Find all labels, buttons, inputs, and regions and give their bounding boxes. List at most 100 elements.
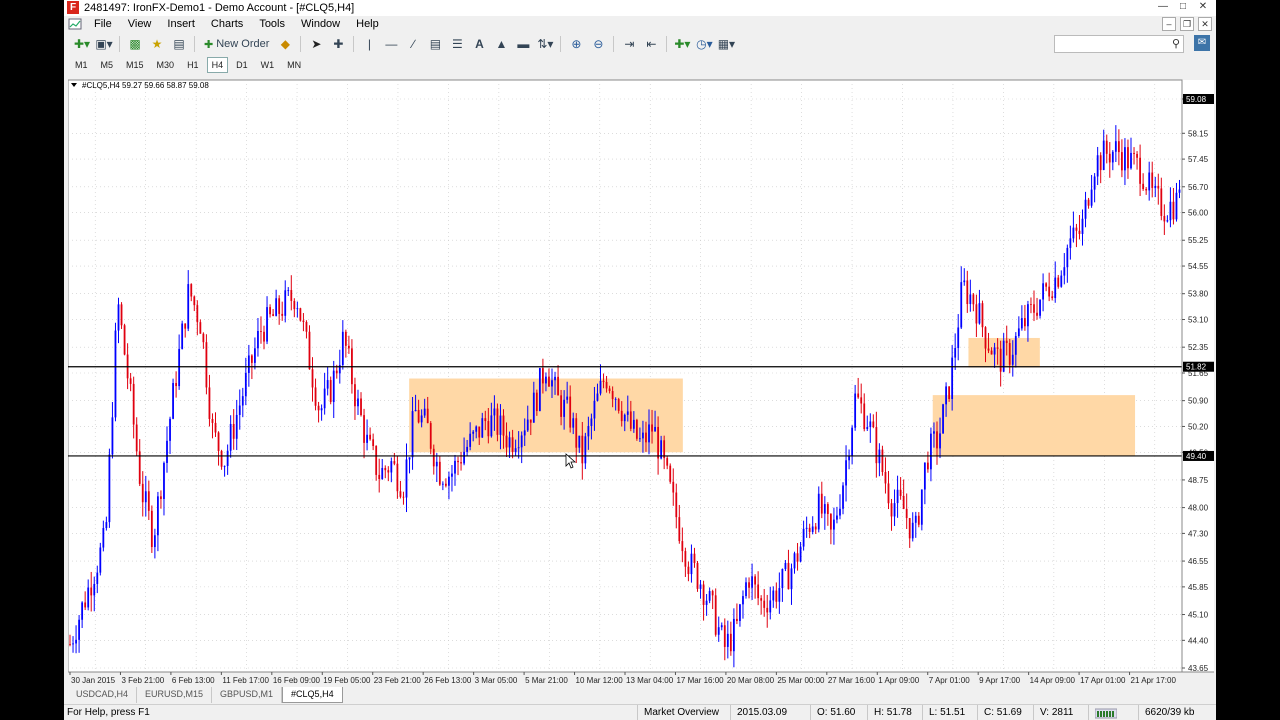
zoom-in-icon[interactable]: ⊕ xyxy=(566,35,586,53)
terminal-icon[interactable]: ▤ xyxy=(169,35,189,53)
community-icon[interactable]: ✉ xyxy=(1194,35,1210,51)
crosshair-icon[interactable]: ✚ xyxy=(328,35,348,53)
vertical-line-icon[interactable]: | xyxy=(359,35,379,53)
time-tick-label: 13 Mar 04:00 xyxy=(626,676,674,685)
candle-body xyxy=(460,462,462,464)
candle-body xyxy=(526,419,529,431)
profiles-icon[interactable]: ▣▾ xyxy=(94,35,114,53)
expert-advisors-icon[interactable]: ◆ xyxy=(275,35,295,53)
new-chart-icon[interactable]: ✚▾ xyxy=(72,35,92,53)
candle-body xyxy=(457,460,459,463)
new-order-button[interactable]: ✚ New Order xyxy=(200,35,273,53)
candle-body xyxy=(335,370,338,374)
candle-body xyxy=(1030,304,1032,305)
candle-body xyxy=(778,588,781,602)
period-d1[interactable]: D1 xyxy=(231,57,253,73)
price-chart[interactable]: 58.15 57.45 56.70 56.00 55.25 54.55 53.80 53.10… xyxy=(68,78,1214,686)
candle-body xyxy=(538,368,541,411)
period-h4[interactable]: H4 xyxy=(206,57,229,73)
child-minimize-icon[interactable]: – xyxy=(1162,17,1176,31)
tab-usdcad-h4[interactable]: USDCAD,H4 xyxy=(68,687,138,703)
label-icon[interactable]: ▬ xyxy=(513,35,533,53)
fibonacci-icon[interactable]: ☰ xyxy=(447,35,467,53)
menu-help[interactable]: Help xyxy=(348,16,387,32)
period-m15[interactable]: M15 xyxy=(121,57,149,73)
menu-insert[interactable]: Insert xyxy=(159,16,203,32)
candle xyxy=(123,323,126,356)
search-icon[interactable]: ⚲ xyxy=(1172,36,1180,52)
candle-body xyxy=(205,342,208,388)
candle-body xyxy=(587,425,590,437)
candle-body xyxy=(545,376,547,384)
more-tools-icon[interactable]: ⇅▾ xyxy=(535,35,555,53)
close-icon[interactable]: ✕ xyxy=(1194,0,1212,14)
search-input[interactable]: ⚲ xyxy=(1054,35,1184,53)
status-profile[interactable]: Market Overview xyxy=(637,705,730,720)
candle-body xyxy=(326,380,329,389)
period-m30[interactable]: M30 xyxy=(152,57,180,73)
tab-gbpusd-m1[interactable]: GBPUSD,M1 xyxy=(212,687,283,703)
candle-body xyxy=(763,600,766,608)
menu-view[interactable]: View xyxy=(120,16,160,32)
candle-body xyxy=(1066,247,1069,268)
text-icon[interactable]: A xyxy=(469,35,489,53)
navigator-icon[interactable]: ★ xyxy=(147,35,167,53)
candle-body xyxy=(308,331,311,370)
price-tick-label: 58.15 xyxy=(1188,129,1209,138)
candle-body xyxy=(542,368,544,384)
arrow-icon[interactable]: ▲ xyxy=(491,35,511,53)
templates-icon[interactable]: ▦▾ xyxy=(716,35,736,53)
candle xyxy=(669,463,672,484)
candle-body xyxy=(957,327,960,349)
time-tick-label: 27 Mar 16:00 xyxy=(828,676,876,685)
candle-body xyxy=(287,290,290,291)
child-close-icon[interactable]: ✕ xyxy=(1198,17,1212,31)
menu-file[interactable]: File xyxy=(86,16,120,32)
candle-body xyxy=(884,472,887,484)
candle-body xyxy=(441,483,444,485)
candle-body xyxy=(635,419,638,439)
maximize-icon[interactable]: □ xyxy=(1174,0,1192,14)
cursor-icon[interactable]: ➤ xyxy=(306,35,326,53)
chart-shift-icon[interactable]: ⇤ xyxy=(641,35,661,53)
candle-body xyxy=(560,395,562,417)
candle-body xyxy=(132,383,135,425)
auto-scroll-icon[interactable]: ⇥ xyxy=(619,35,639,53)
time-tick-label: 3 Feb 21:00 xyxy=(121,676,164,685)
candle-body xyxy=(820,493,823,514)
tab-eurusd-m15[interactable]: EURUSD,M15 xyxy=(137,687,213,703)
time-tick-label: 5 Mar 21:00 xyxy=(525,676,568,685)
period-mn[interactable]: MN xyxy=(282,57,306,73)
horizontal-line-icon[interactable]: — xyxy=(381,35,401,53)
period-m5[interactable]: M5 xyxy=(96,57,119,73)
market-watch-icon[interactable]: ▩ xyxy=(125,35,145,53)
periods-icon[interactable]: ◷▾ xyxy=(694,35,714,53)
child-restore-icon[interactable]: ❐ xyxy=(1180,17,1194,31)
channel-icon[interactable]: ▤ xyxy=(425,35,445,53)
candle-body xyxy=(299,308,302,321)
candle-body xyxy=(141,483,144,503)
indicators-icon[interactable]: ✚▾ xyxy=(672,35,692,53)
period-h1[interactable]: H1 xyxy=(182,57,204,73)
tab-clq5-h4[interactable]: #CLQ5,H4 xyxy=(282,687,343,703)
candle xyxy=(108,448,111,528)
candle-body xyxy=(1105,140,1108,154)
candle-body xyxy=(187,284,190,329)
candle-body xyxy=(975,304,978,324)
candle-body xyxy=(254,348,256,363)
menu-window[interactable]: Window xyxy=(293,16,348,32)
menu-charts[interactable]: Charts xyxy=(203,16,251,32)
candle-body xyxy=(1042,283,1044,300)
trendline-icon[interactable]: ∕ xyxy=(403,35,423,53)
candle-body xyxy=(781,569,784,589)
candle-body xyxy=(839,508,841,516)
minimize-icon[interactable]: — xyxy=(1154,0,1172,14)
zoom-out-icon[interactable]: ⊖ xyxy=(588,35,608,53)
chart-window-icon[interactable] xyxy=(68,18,82,30)
menu-tools[interactable]: Tools xyxy=(251,16,293,32)
candle-body xyxy=(147,491,150,511)
period-m1[interactable]: M1 xyxy=(70,57,93,73)
candle-body xyxy=(508,437,511,448)
period-w1[interactable]: W1 xyxy=(256,57,280,73)
candle-body xyxy=(936,431,938,449)
